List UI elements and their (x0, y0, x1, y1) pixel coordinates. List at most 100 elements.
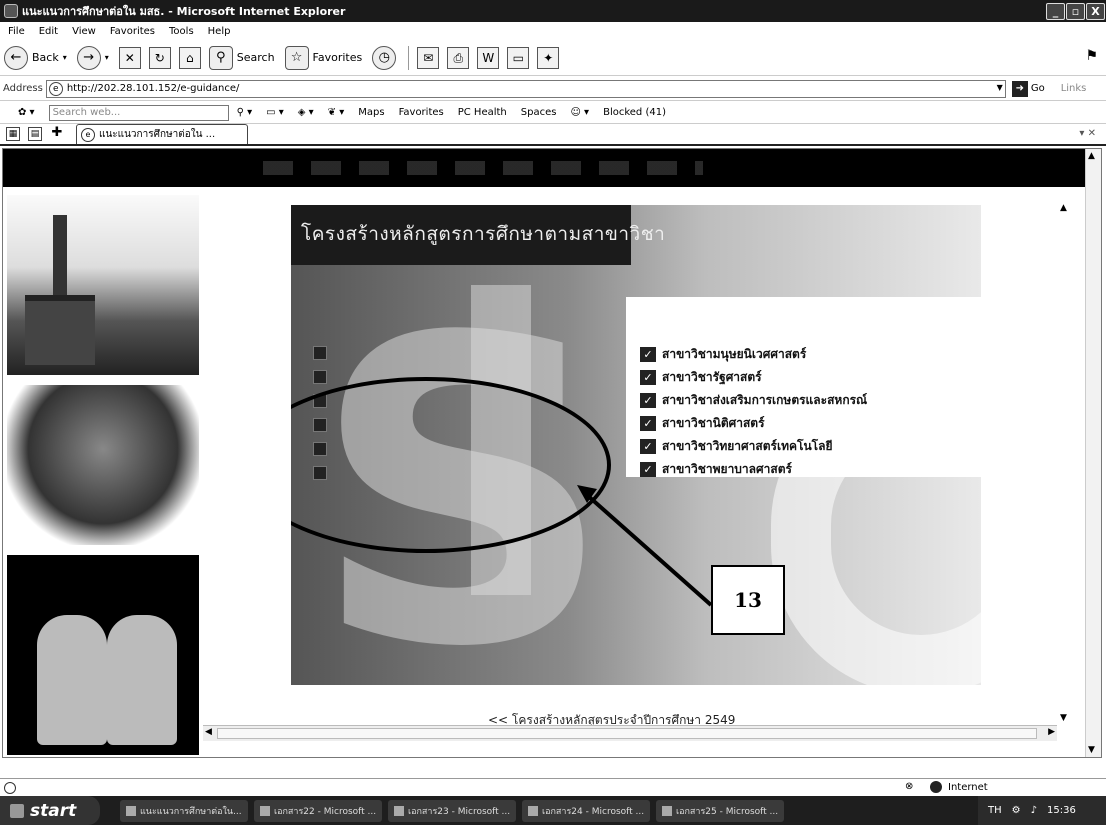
nav-menu-strip[interactable] (263, 161, 703, 175)
left-photo-column (3, 187, 201, 757)
messenger-icon[interactable]: ✦ (537, 46, 560, 69)
page-scroll-up-icon[interactable]: ▲ (1088, 151, 1095, 161)
taskbar-item-doc24[interactable]: เอกสาร24 - Microsoft ... (522, 799, 650, 822)
popup-icon[interactable]: ◈ ▾ (298, 107, 314, 118)
tray-volume-icon[interactable]: ♪ (1031, 805, 1037, 816)
scroll-left-icon[interactable]: ◀ (205, 727, 212, 737)
butterfly-icon[interactable]: ❦ ▾ (328, 107, 345, 118)
check-icon: ✓ (640, 393, 656, 408)
stop-icon[interactable]: ✕ (118, 46, 141, 69)
faculty-law-link[interactable]: ✓ สาขาวิชานิติศาสตร์ (640, 412, 867, 435)
scroll-down-icon[interactable]: ▼ (1060, 713, 1067, 723)
globe-icon (930, 781, 942, 793)
scroll-right-icon[interactable]: ▶ (1048, 727, 1055, 737)
frame-vertical-scrollbar[interactable]: ▲ ▼ (1057, 201, 1073, 741)
back-dropdown-icon[interactable]: ▾ (63, 53, 67, 62)
people-icon[interactable]: ☺ ▾ (570, 107, 589, 118)
web-search-input[interactable]: Search web... (48, 104, 229, 121)
checkbox-icon (313, 346, 327, 360)
back-button[interactable]: ← Back ▾ (4, 45, 67, 70)
taskbar-item-doc23[interactable]: เอกสาร23 - Microsoft ... (388, 799, 516, 822)
tray-network-icon[interactable]: ⚙ (1012, 805, 1021, 816)
close-button[interactable]: X (1086, 3, 1105, 20)
search-label: Search (236, 51, 275, 64)
start-button[interactable]: start (0, 796, 100, 825)
menu-favorites[interactable]: Favorites (110, 26, 155, 37)
page-scroll-down-icon[interactable]: ▼ (1088, 745, 1095, 755)
zone-label: Internet (948, 781, 988, 793)
search-icon: ⚲ (208, 45, 233, 70)
discuss-icon[interactable]: ▭ (507, 46, 530, 69)
security-icon: ⊗ (905, 781, 914, 792)
ie-task-icon (126, 805, 136, 816)
add-favorite-icon[interactable]: ✚ (50, 126, 64, 141)
standard-toolbar: ← Back ▾ → ▾ ✕ ↻ ⌂ ⚲ Search ☆ Favorites … (0, 40, 1106, 76)
favorites-link[interactable]: Favorites (399, 107, 444, 118)
faculty-label: สาขาวิชาวิทยาศาสตร์เทคโนโลยี (662, 439, 833, 453)
horizontal-scroll-thumb[interactable] (217, 728, 1037, 739)
favorites-button[interactable]: ☆ Favorites (284, 45, 362, 70)
faculty-political-science-link[interactable]: ✓ สาขาวิชารัฐศาสตร์ (640, 366, 867, 389)
start-label: start (30, 800, 77, 821)
security-zone[interactable]: Internet (930, 781, 988, 793)
faculty-human-ecology-link[interactable]: ✓ สาขาวิชามนุษยนิเวศศาสตร์ (640, 343, 867, 366)
back-arrow-icon: ← (4, 45, 28, 70)
maximize-button[interactable]: ▫ (1066, 3, 1085, 20)
browser-window: แนะแนวการศึกษาต่อใน มสธ. - Microsoft Int… (0, 0, 1106, 825)
faculty-science-technology-link[interactable]: ✓ สาขาวิชาวิทยาศาสตร์เทคโนโลยี (640, 435, 867, 458)
tab-close-icon[interactable]: ▾ ✕ (1079, 128, 1096, 139)
forward-dropdown-icon[interactable]: ▾ (105, 53, 109, 62)
taskbar-item-doc22[interactable]: เอกสาร22 - Microsoft ... (254, 799, 382, 822)
windows-logo-icon: ⚑ (1085, 48, 1098, 64)
home-icon[interactable]: ⌂ (178, 46, 201, 69)
blocked-popups-link[interactable]: Blocked (41) (603, 107, 666, 118)
address-dropdown-icon[interactable]: ▼ (997, 83, 1003, 92)
menu-file[interactable]: File (8, 26, 25, 37)
menu-view[interactable]: View (72, 26, 96, 37)
taskbar-item-ie[interactable]: แนะแนวการศึกษาต่อใน... (120, 799, 248, 822)
highlight-icon[interactable]: ▭ ▾ (266, 107, 284, 118)
taskbar-item-doc25[interactable]: เอกสาร25 - Microsoft ... (656, 799, 784, 822)
menu-help[interactable]: Help (208, 26, 231, 37)
language-indicator[interactable]: TH (988, 805, 1002, 816)
forward-arrow-icon: → (76, 45, 101, 70)
history-icon[interactable]: ◷ (372, 45, 397, 70)
temple-building (25, 295, 95, 365)
go-label: Go (1030, 83, 1045, 94)
faculty-label: สาขาวิชานิติศาสตร์ (662, 416, 765, 430)
list-item[interactable] (313, 341, 337, 365)
temple-photo (7, 195, 199, 375)
go-arrow-icon: ➜ (1011, 80, 1028, 97)
menu-edit[interactable]: Edit (39, 26, 58, 37)
msn-icon[interactable]: ✿ ▾ (18, 107, 35, 118)
tab-list-icon[interactable]: ▤ (28, 127, 42, 141)
forward-button[interactable]: → ▾ (76, 45, 109, 70)
print-icon[interactable]: ⎙ (447, 46, 470, 69)
annotation-arrow (577, 485, 713, 607)
search-toolbar: ✿ ▾ Search web... ⚲ ▾ ▭ ▾ ◈ ▾ ❦ ▾ Maps F… (0, 102, 1106, 124)
frame-horizontal-scrollbar[interactable]: ◀ ▶ (203, 725, 1057, 741)
faculty-agriculture-link[interactable]: ✓ สาขาวิชาส่งเสริมการเกษตรและสหกรณ์ (640, 389, 867, 412)
scroll-up-icon[interactable]: ▲ (1060, 203, 1067, 213)
refresh-icon[interactable]: ↻ (148, 46, 171, 69)
spaces-link[interactable]: Spaces (521, 107, 557, 118)
address-input[interactable]: e http://202.28.101.152/e-guidance/ ▼ (45, 79, 1006, 98)
word-edit-icon[interactable]: W (477, 46, 500, 69)
pc-health-link[interactable]: PC Health (458, 107, 507, 118)
search-button[interactable]: ⚲ Search (208, 45, 275, 70)
links-button[interactable]: Links (1061, 83, 1087, 94)
tab-current[interactable]: e แนะแนวการศึกษาต่อใน ... (76, 124, 248, 144)
list-item[interactable] (313, 365, 337, 389)
menu-tools[interactable]: Tools (169, 26, 194, 37)
faculty-label: สาขาวิชาส่งเสริมการเกษตรและสหกรณ์ (662, 393, 868, 407)
word-task-icon (662, 805, 672, 816)
minimize-button[interactable]: _ (1046, 3, 1065, 20)
quick-tabs-icon[interactable]: ▦ (6, 127, 20, 141)
search-go-icon[interactable]: ⚲ ▾ (237, 107, 253, 118)
go-button[interactable]: ➜ Go (1011, 80, 1045, 97)
page-vertical-scrollbar[interactable]: ▲ ▼ (1085, 149, 1101, 757)
faculty-label: สาขาวิชามนุษยนิเวศศาสตร์ (662, 347, 807, 361)
check-icon: ✓ (640, 416, 656, 431)
mail-icon[interactable]: ✉ (417, 46, 440, 69)
maps-link[interactable]: Maps (358, 107, 384, 118)
